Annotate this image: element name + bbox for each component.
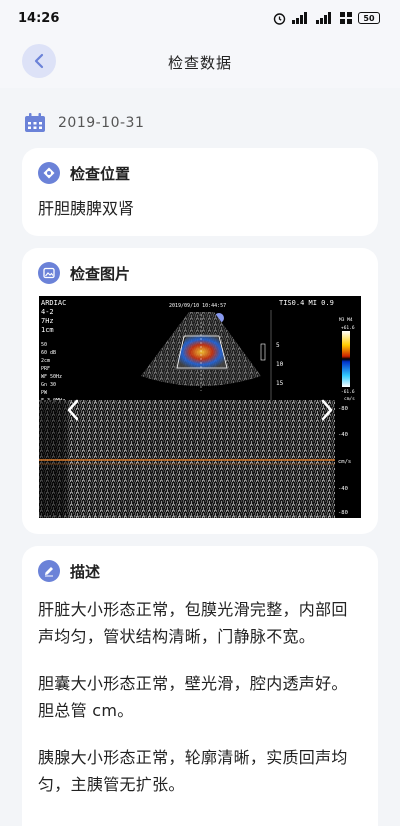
overlay-line: 4-2	[41, 308, 54, 316]
ultrasound-image[interactable]: ARDIAC 4-2 7Hz 1cm 50 60 dB 2cm PRF WF 5…	[39, 296, 361, 518]
next-image-button[interactable]	[318, 398, 336, 422]
overlay-line: 7Hz	[41, 317, 54, 325]
image-icon	[38, 262, 60, 284]
battery-level: 50	[363, 13, 375, 23]
description-title: 描述	[70, 562, 101, 581]
location-content: 肝胆胰脾双肾	[38, 199, 135, 218]
date-row: 2019-10-31	[24, 108, 144, 138]
signal-icon	[292, 12, 307, 24]
depth-tick: 10	[276, 361, 284, 368]
doppler-tick: -80	[338, 510, 348, 516]
doppler-tick: -40	[338, 486, 348, 492]
description-card: 描述 肝脏大小形态正常，包膜光滑完整，内部回声均匀，管状结构清晰，门静脉不宽。 …	[22, 546, 378, 826]
svg-text:60 dB: 60 dB	[41, 350, 56, 356]
status-bar: 14:26 50	[0, 0, 400, 36]
doppler-tick: cm/s	[338, 459, 351, 465]
color-scale-label: M3 M4	[339, 317, 353, 323]
overlay-line: 1cm	[41, 326, 54, 334]
svg-text:PW: PW	[41, 390, 48, 396]
page-title: 检查数据	[167, 53, 232, 72]
location-title: 检查位置	[70, 164, 131, 183]
image-title: 检查图片	[70, 264, 131, 283]
description-paragraph: 胰腺大小形态正常，轮廓清晰，实质回声均匀，主胰管无扩张。	[38, 748, 348, 794]
color-scale-label: -61.6	[341, 389, 355, 395]
overlay-datetime: 2019/09/10 10:44:57	[169, 303, 226, 309]
chevron-left-icon	[67, 399, 79, 421]
back-button[interactable]	[22, 44, 56, 78]
doppler-tick: -80	[338, 406, 348, 412]
svg-text:50: 50	[41, 342, 47, 348]
calendar-icon	[25, 113, 45, 132]
wifi-icon	[340, 12, 352, 24]
exam-date: 2019-10-31	[58, 115, 145, 131]
location-card-header: 检查位置	[38, 162, 362, 184]
depth-tick: 5	[276, 342, 280, 349]
svg-text:2cm: 2cm	[41, 358, 50, 364]
alarm-icon	[273, 12, 286, 25]
description-card-header: 描述	[38, 560, 362, 582]
overlay-ti-mi: TIS0.4 MI 0.9	[279, 299, 334, 307]
image-card-header: 检查图片	[38, 262, 362, 284]
color-scale-label: +61.6	[341, 325, 355, 331]
chevron-right-icon	[321, 399, 333, 421]
edit-icon	[38, 560, 60, 582]
nav-bar: 检查数据	[0, 36, 400, 88]
description-paragraph: 肝脏大小形态正常，包膜光滑完整，内部回声均匀，管状结构清晰，门静脉不宽。	[38, 600, 348, 646]
overlay-line: ARDIAC	[41, 299, 66, 307]
color-scale-label: cm/s	[344, 396, 355, 402]
signal-icon	[316, 12, 331, 24]
svg-text:Gn 30: Gn 30	[41, 382, 56, 388]
svg-text:WF 50Hz: WF 50Hz	[41, 374, 62, 380]
chevron-left-icon	[34, 53, 44, 69]
doppler-tick: -40	[338, 432, 348, 438]
description-paragraph: 胆囊大小形态正常，壁光滑，腔内透声好。胆总管 cm。	[38, 674, 348, 720]
depth-tick: 15	[276, 380, 284, 387]
location-icon	[38, 162, 60, 184]
location-card: 检查位置 肝胆胰脾双肾	[22, 148, 378, 236]
status-time: 14:26	[18, 10, 60, 26]
svg-text:PRF: PRF	[41, 366, 50, 372]
battery-icon: 50	[358, 12, 380, 24]
prev-image-button[interactable]	[64, 398, 82, 422]
status-icons: 50	[273, 12, 380, 25]
color-scale	[342, 331, 350, 387]
